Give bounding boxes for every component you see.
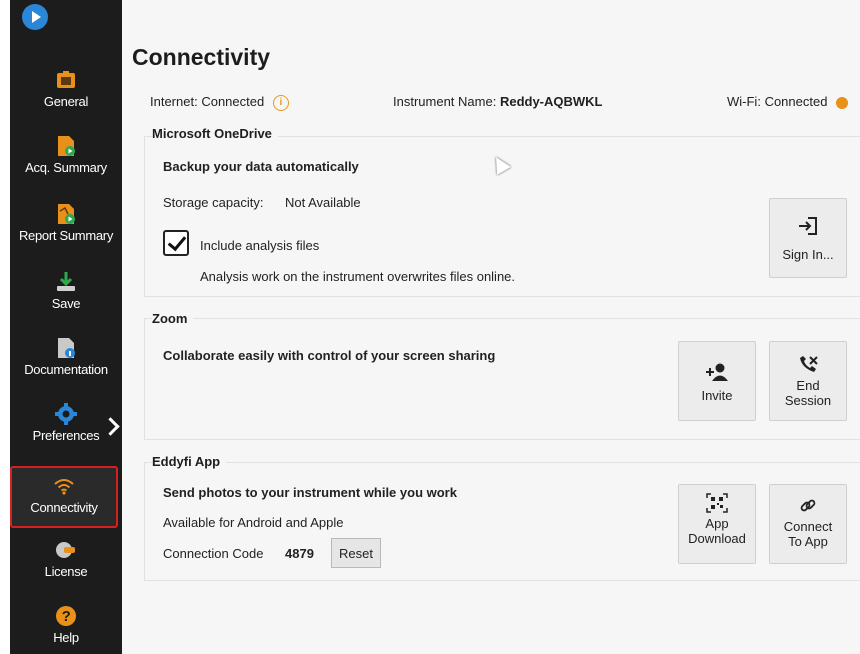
invite-label: Invite — [701, 388, 733, 403]
to-app-label: To App — [788, 534, 828, 549]
reset-button[interactable]: Reset — [331, 538, 381, 568]
session-label: Session — [784, 393, 832, 408]
internet-status: Internet: Connected i — [150, 94, 289, 111]
sidebar-item-report-summary[interactable]: Report Summary — [10, 202, 122, 243]
license-icon — [54, 538, 78, 562]
add-user-icon — [705, 362, 729, 384]
sidebar-item-label: General — [43, 94, 89, 109]
wifi-icon — [52, 474, 76, 498]
zoom-heading: Collaborate easily with control of your … — [163, 348, 496, 363]
onedrive-note: Analysis work on the instrument overwrit… — [200, 269, 516, 284]
sidebar-item-label: Documentation — [24, 362, 108, 377]
app-download-button[interactable]: App Download — [678, 484, 756, 564]
eddyfi-availability: Available for Android and Apple — [163, 515, 344, 530]
sign-in-button[interactable]: Sign In... — [769, 198, 847, 278]
internet-label: Internet: — [150, 94, 198, 109]
sidebar-item-label: Report Summary — [18, 228, 114, 243]
download-label: Download — [688, 531, 746, 546]
sidebar-item-label: Save — [51, 296, 81, 311]
page-title: Connectivity — [132, 44, 271, 70]
sidebar: General Acq. Summary Report Summary Save… — [10, 0, 122, 654]
wifi-value: Connected — [764, 94, 828, 109]
qr-code-icon — [705, 492, 729, 514]
internet-value: Connected — [201, 94, 265, 109]
sidebar-item-connectivity[interactable]: Connectivity — [10, 466, 118, 528]
sidebar-item-label: Connectivity — [30, 500, 98, 515]
gear-icon — [54, 402, 78, 426]
sidebar-item-save[interactable]: Save — [10, 270, 122, 311]
include-analysis-label: Include analysis files — [200, 238, 320, 253]
app-logo-icon — [22, 4, 48, 30]
zoom-title: Zoom — [152, 311, 194, 326]
instrument-name: Instrument Name: Reddy-AQBWKL — [393, 94, 603, 109]
app-label: App — [705, 516, 729, 531]
sidebar-item-acq-summary[interactable]: Acq. Summary — [10, 134, 122, 175]
end-label: End — [796, 378, 820, 393]
sidebar-item-general[interactable]: General — [10, 68, 122, 109]
connect-to-app-button[interactable]: Connect To App — [769, 484, 847, 564]
link-icon — [796, 495, 820, 517]
help-icon: ? — [54, 604, 78, 628]
report-summary-icon — [54, 202, 78, 226]
info-icon[interactable]: i — [272, 94, 289, 111]
end-call-icon — [796, 354, 820, 376]
sidebar-item-documentation[interactable]: Documentation — [10, 336, 122, 377]
sign-in-label: Sign In... — [782, 247, 834, 262]
wifi-settings-icon[interactable] — [836, 96, 849, 109]
instrument-label: Instrument Name: — [393, 94, 497, 109]
onedrive-title: Microsoft OneDrive — [152, 126, 278, 141]
sidebar-item-label: Help — [53, 630, 79, 645]
save-download-icon — [54, 270, 78, 294]
acq-summary-icon — [54, 134, 78, 158]
connect-label: Connect — [783, 519, 833, 534]
main-content: Connectivity Internet: Connected i Instr… — [122, 0, 860, 654]
svg-text:?: ? — [62, 608, 71, 625]
connection-code-value: 4879 — [285, 546, 314, 561]
connection-code-label: Connection Code — [163, 546, 264, 561]
instrument-value: Reddy-AQBWKL — [499, 94, 603, 109]
window-edge — [0, 0, 10, 654]
invite-button[interactable]: Invite — [678, 341, 756, 421]
include-analysis-checkbox[interactable] — [163, 230, 189, 256]
onedrive-heading: Backup your data automatically — [163, 159, 359, 174]
sidebar-item-help[interactable]: ? Help — [10, 604, 122, 645]
sidebar-item-label: Acq. Summary — [25, 160, 107, 175]
sidebar-item-license[interactable]: License — [10, 538, 122, 579]
storage-capacity-value: Not Available — [285, 195, 361, 210]
camera-home-icon — [54, 68, 78, 92]
sign-in-icon — [796, 215, 820, 237]
eddyfi-heading: Send photos to your instrument while you… — [163, 485, 457, 500]
end-session-button[interactable]: End Session — [769, 341, 847, 421]
wifi-status: Wi-Fi: Connected — [727, 94, 849, 109]
wifi-label: Wi-Fi: — [727, 94, 761, 109]
documentation-icon — [54, 336, 78, 360]
sidebar-item-label: License — [44, 564, 88, 579]
storage-capacity-label: Storage capacity: — [163, 195, 264, 210]
eddyfi-title: Eddyfi App — [152, 454, 227, 469]
